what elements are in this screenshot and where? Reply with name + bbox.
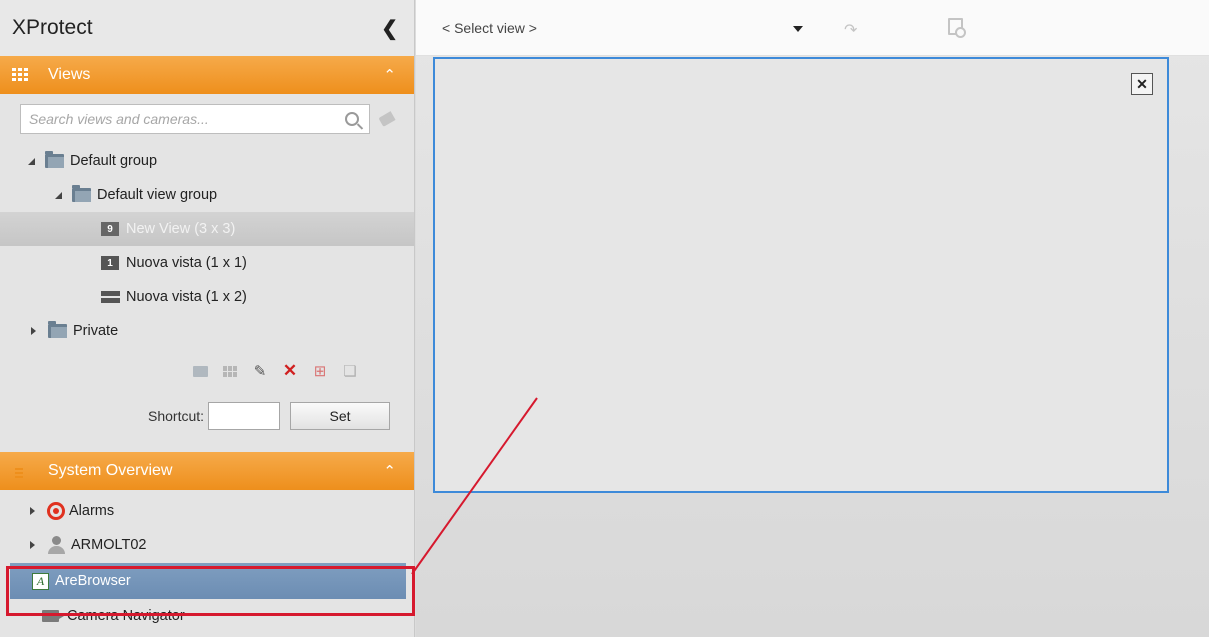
system-item-label: Alarms bbox=[69, 503, 115, 519]
collapse-pane-icon[interactable]: ❮ bbox=[381, 16, 398, 41]
new-group-icon[interactable] bbox=[190, 362, 210, 380]
views-pane-header[interactable]: Views ⌃ bbox=[0, 56, 414, 94]
arebrowser-app-icon: A bbox=[32, 572, 49, 590]
new-view-icon[interactable] bbox=[220, 362, 240, 380]
system-overview-pane-header[interactable]: System Overview ⌃ bbox=[0, 452, 414, 490]
expand-arrow-icon[interactable] bbox=[55, 191, 62, 199]
select-view-dropdown[interactable]: < Select view > bbox=[442, 20, 537, 36]
search-input[interactable] bbox=[29, 111, 345, 127]
tree-item-default-view-group[interactable]: Default view group bbox=[0, 178, 414, 212]
system-item-alarms[interactable]: Alarms bbox=[0, 494, 414, 528]
server-user-icon bbox=[47, 536, 67, 554]
folder-icon bbox=[48, 321, 67, 338]
empty-view-slot[interactable]: ✕ bbox=[433, 57, 1169, 493]
tree-item-label: Nuova vista (1 x 1) bbox=[126, 255, 247, 271]
dropdown-arrow-icon[interactable] bbox=[793, 26, 803, 32]
camera-navigator-icon bbox=[42, 610, 64, 622]
system-item-label: Camera Navigator bbox=[67, 608, 185, 624]
copy-view-icon[interactable]: ⊞ bbox=[310, 362, 330, 380]
folder-icon bbox=[72, 185, 91, 202]
tree-item-label: Default group bbox=[70, 153, 158, 169]
views-toolbar: ✎ ✕ ⊞ ❏ bbox=[0, 348, 414, 394]
tree-item-default-group[interactable]: Default group bbox=[0, 144, 414, 178]
save-view-icon[interactable] bbox=[948, 18, 966, 38]
tree-item-nuova-vista-1x2[interactable]: Nuova vista (1 x 2) bbox=[0, 280, 414, 314]
left-pane: XProtect ❮ Views ⌃ Default group Default… bbox=[0, 0, 415, 637]
collapsed-arrow-icon[interactable] bbox=[30, 507, 35, 515]
app-header: XProtect ❮ bbox=[0, 0, 414, 56]
delete-icon[interactable]: ✕ bbox=[280, 361, 300, 380]
system-item-camera-navigator[interactable]: Camera Navigator bbox=[0, 599, 414, 633]
view-layout-1-icon: 1 bbox=[101, 256, 119, 270]
view-layout-2-icon bbox=[101, 291, 120, 303]
view-layout-9-icon: 9 bbox=[101, 222, 119, 236]
set-button[interactable]: Set bbox=[290, 402, 391, 430]
collapsed-arrow-icon[interactable] bbox=[31, 327, 36, 335]
top-bar: < Select view > ↷ bbox=[416, 0, 1209, 56]
undo-icon[interactable]: ↷ bbox=[844, 20, 857, 40]
shortcut-row: Shortcut: Set bbox=[0, 394, 414, 438]
tree-item-new-view[interactable]: 9 New View (3 x 3) bbox=[0, 212, 414, 246]
tree-item-nuova-vista-1x1[interactable]: 1 Nuova vista (1 x 1) bbox=[0, 246, 414, 280]
tree-item-label: New View (3 x 3) bbox=[126, 221, 236, 237]
document-icon bbox=[12, 464, 30, 478]
paste-view-icon[interactable]: ❏ bbox=[340, 362, 360, 380]
chevron-up-icon[interactable]: ⌃ bbox=[383, 66, 396, 84]
tag-icon[interactable] bbox=[378, 111, 396, 127]
app-title: XProtect bbox=[12, 16, 93, 39]
views-pane-title: Views bbox=[48, 66, 91, 83]
system-overview-title: System Overview bbox=[48, 462, 173, 479]
expand-arrow-icon[interactable] bbox=[28, 157, 35, 165]
tree-item-label: Private bbox=[73, 323, 119, 339]
alarm-icon bbox=[47, 502, 65, 520]
tree-item-private[interactable]: Private bbox=[0, 314, 414, 348]
search-icon[interactable] bbox=[345, 112, 359, 126]
chevron-up-icon[interactable]: ⌃ bbox=[383, 462, 396, 480]
close-view-button[interactable]: ✕ bbox=[1131, 73, 1153, 95]
shortcut-label: Shortcut: bbox=[148, 408, 205, 424]
system-item-arebrowser[interactable]: A AreBrowser bbox=[10, 563, 406, 599]
system-item-label: ARMOLT02 bbox=[71, 537, 147, 553]
system-item-label: AreBrowser bbox=[55, 573, 131, 589]
folder-icon bbox=[45, 151, 64, 168]
view-area: < Select view > ↷ ✕ bbox=[416, 0, 1209, 637]
tree-item-label: Nuova vista (1 x 2) bbox=[126, 289, 247, 305]
search-row bbox=[0, 94, 414, 144]
system-item-armolt02[interactable]: ARMOLT02 bbox=[0, 528, 414, 562]
shortcut-input[interactable] bbox=[208, 402, 281, 430]
search-box[interactable] bbox=[20, 104, 370, 134]
collapsed-arrow-icon[interactable] bbox=[30, 541, 35, 549]
edit-pencil-icon[interactable]: ✎ bbox=[250, 362, 270, 380]
views-grid-icon bbox=[12, 68, 30, 82]
tree-item-label: Default view group bbox=[97, 187, 218, 203]
